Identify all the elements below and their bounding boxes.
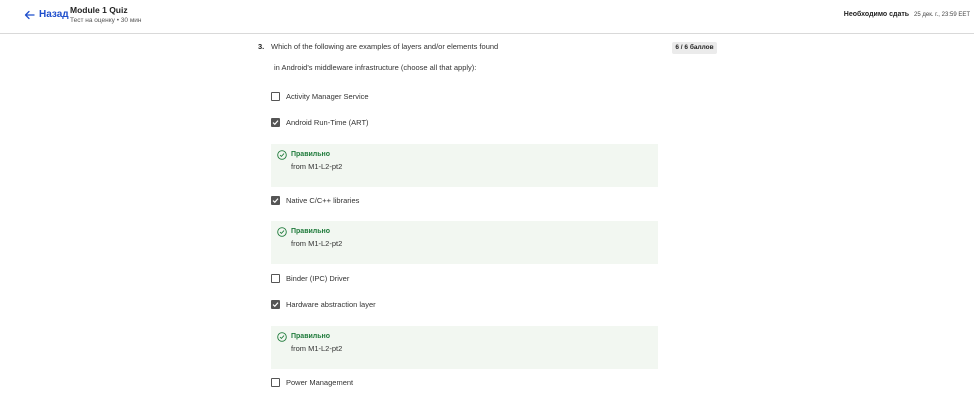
question-text-line2: in Android's middleware infrastructure (… [274, 63, 477, 72]
checkmark-icon [272, 198, 279, 204]
option-native-libraries[interactable]: Native C/C++ libraries [271, 196, 359, 205]
checkbox-checked[interactable] [271, 118, 280, 127]
due-date: 25 дек. г., 23:59 EET [914, 12, 970, 18]
option-binder-driver[interactable]: Binder (IPC) Driver [271, 274, 349, 283]
option-label: Power Management [286, 378, 354, 387]
feedback-text: from M1-L2-pt2 [291, 344, 343, 353]
checkbox[interactable] [271, 378, 280, 387]
option-android-runtime[interactable]: Android Run-Time (ART) [271, 118, 369, 127]
back-button[interactable]: Назад [24, 9, 69, 20]
feedback-box: Правильно from M1-L2-pt2 [271, 326, 658, 369]
due-info: Необходимо сдать 25 дек. г., 23:59 EET [844, 11, 970, 18]
checkmark-icon [272, 120, 279, 126]
feedback-title: Правильно [291, 151, 331, 158]
quiz-title: Module 1 Quiz [70, 5, 128, 15]
feedback-title: Правильно [291, 228, 331, 235]
option-label: Binder (IPC) Driver [286, 274, 350, 283]
checkmark-icon [272, 302, 279, 308]
checkbox-checked[interactable] [271, 196, 280, 205]
option-activity-manager-service[interactable]: Activity Manager Service [271, 92, 369, 101]
quiz-subtitle: Тест на оценку • 30 мин [70, 17, 142, 24]
feedback-title: Правильно [291, 333, 331, 340]
option-label: Hardware abstraction layer [286, 300, 376, 309]
due-label: Необходимо сдать [843, 11, 910, 18]
arrow-left-icon [24, 10, 35, 19]
option-label: Android Run-Time (ART) [286, 118, 369, 127]
feedback-text: from M1-L2-pt2 [291, 239, 343, 248]
score-badge: 6 / 6 баллов [672, 42, 717, 54]
option-label: Native C/C++ libraries [286, 196, 360, 205]
check-circle-icon [277, 227, 287, 237]
checkbox-checked[interactable] [271, 300, 280, 309]
back-label: Назад [39, 9, 69, 20]
option-hardware-abstraction-layer[interactable]: Hardware abstraction layer [271, 300, 376, 309]
question-text-line1: Which of the following are examples of l… [271, 42, 499, 51]
feedback-box: Правильно from M1-L2-pt2 [271, 144, 658, 187]
question-number: 3. [258, 42, 265, 51]
feedback-box: Правильно from M1-L2-pt2 [271, 221, 658, 264]
checkbox[interactable] [271, 92, 280, 101]
option-power-management[interactable]: Power Management [271, 378, 353, 387]
feedback-text: from M1-L2-pt2 [291, 162, 343, 171]
top-bar: Назад Module 1 Quiz Тест на оценку • 30 … [0, 0, 974, 34]
check-circle-icon [277, 332, 287, 342]
check-circle-icon [277, 150, 287, 160]
quiz-info: Module 1 Quiz Тест на оценку • 30 мин [70, 5, 142, 24]
option-label: Activity Manager Service [286, 92, 369, 101]
checkbox[interactable] [271, 274, 280, 283]
